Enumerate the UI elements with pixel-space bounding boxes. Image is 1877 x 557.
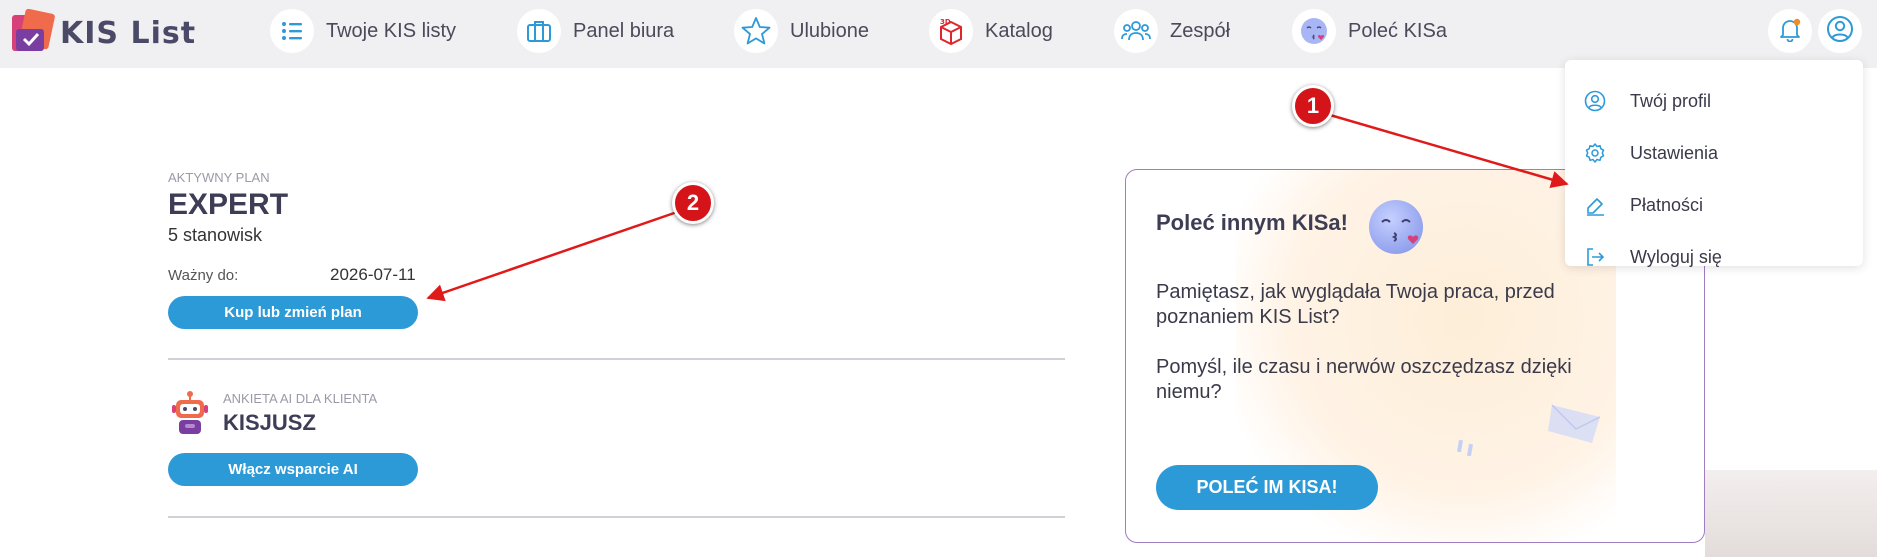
annotation-marker-1: 1 <box>1292 85 1334 127</box>
annotation-marker-2: 2 <box>672 182 714 224</box>
annotation-arrows <box>426 113 1569 302</box>
arrow-to-buy-plan <box>426 209 681 302</box>
arrow-to-payments <box>1329 113 1569 188</box>
